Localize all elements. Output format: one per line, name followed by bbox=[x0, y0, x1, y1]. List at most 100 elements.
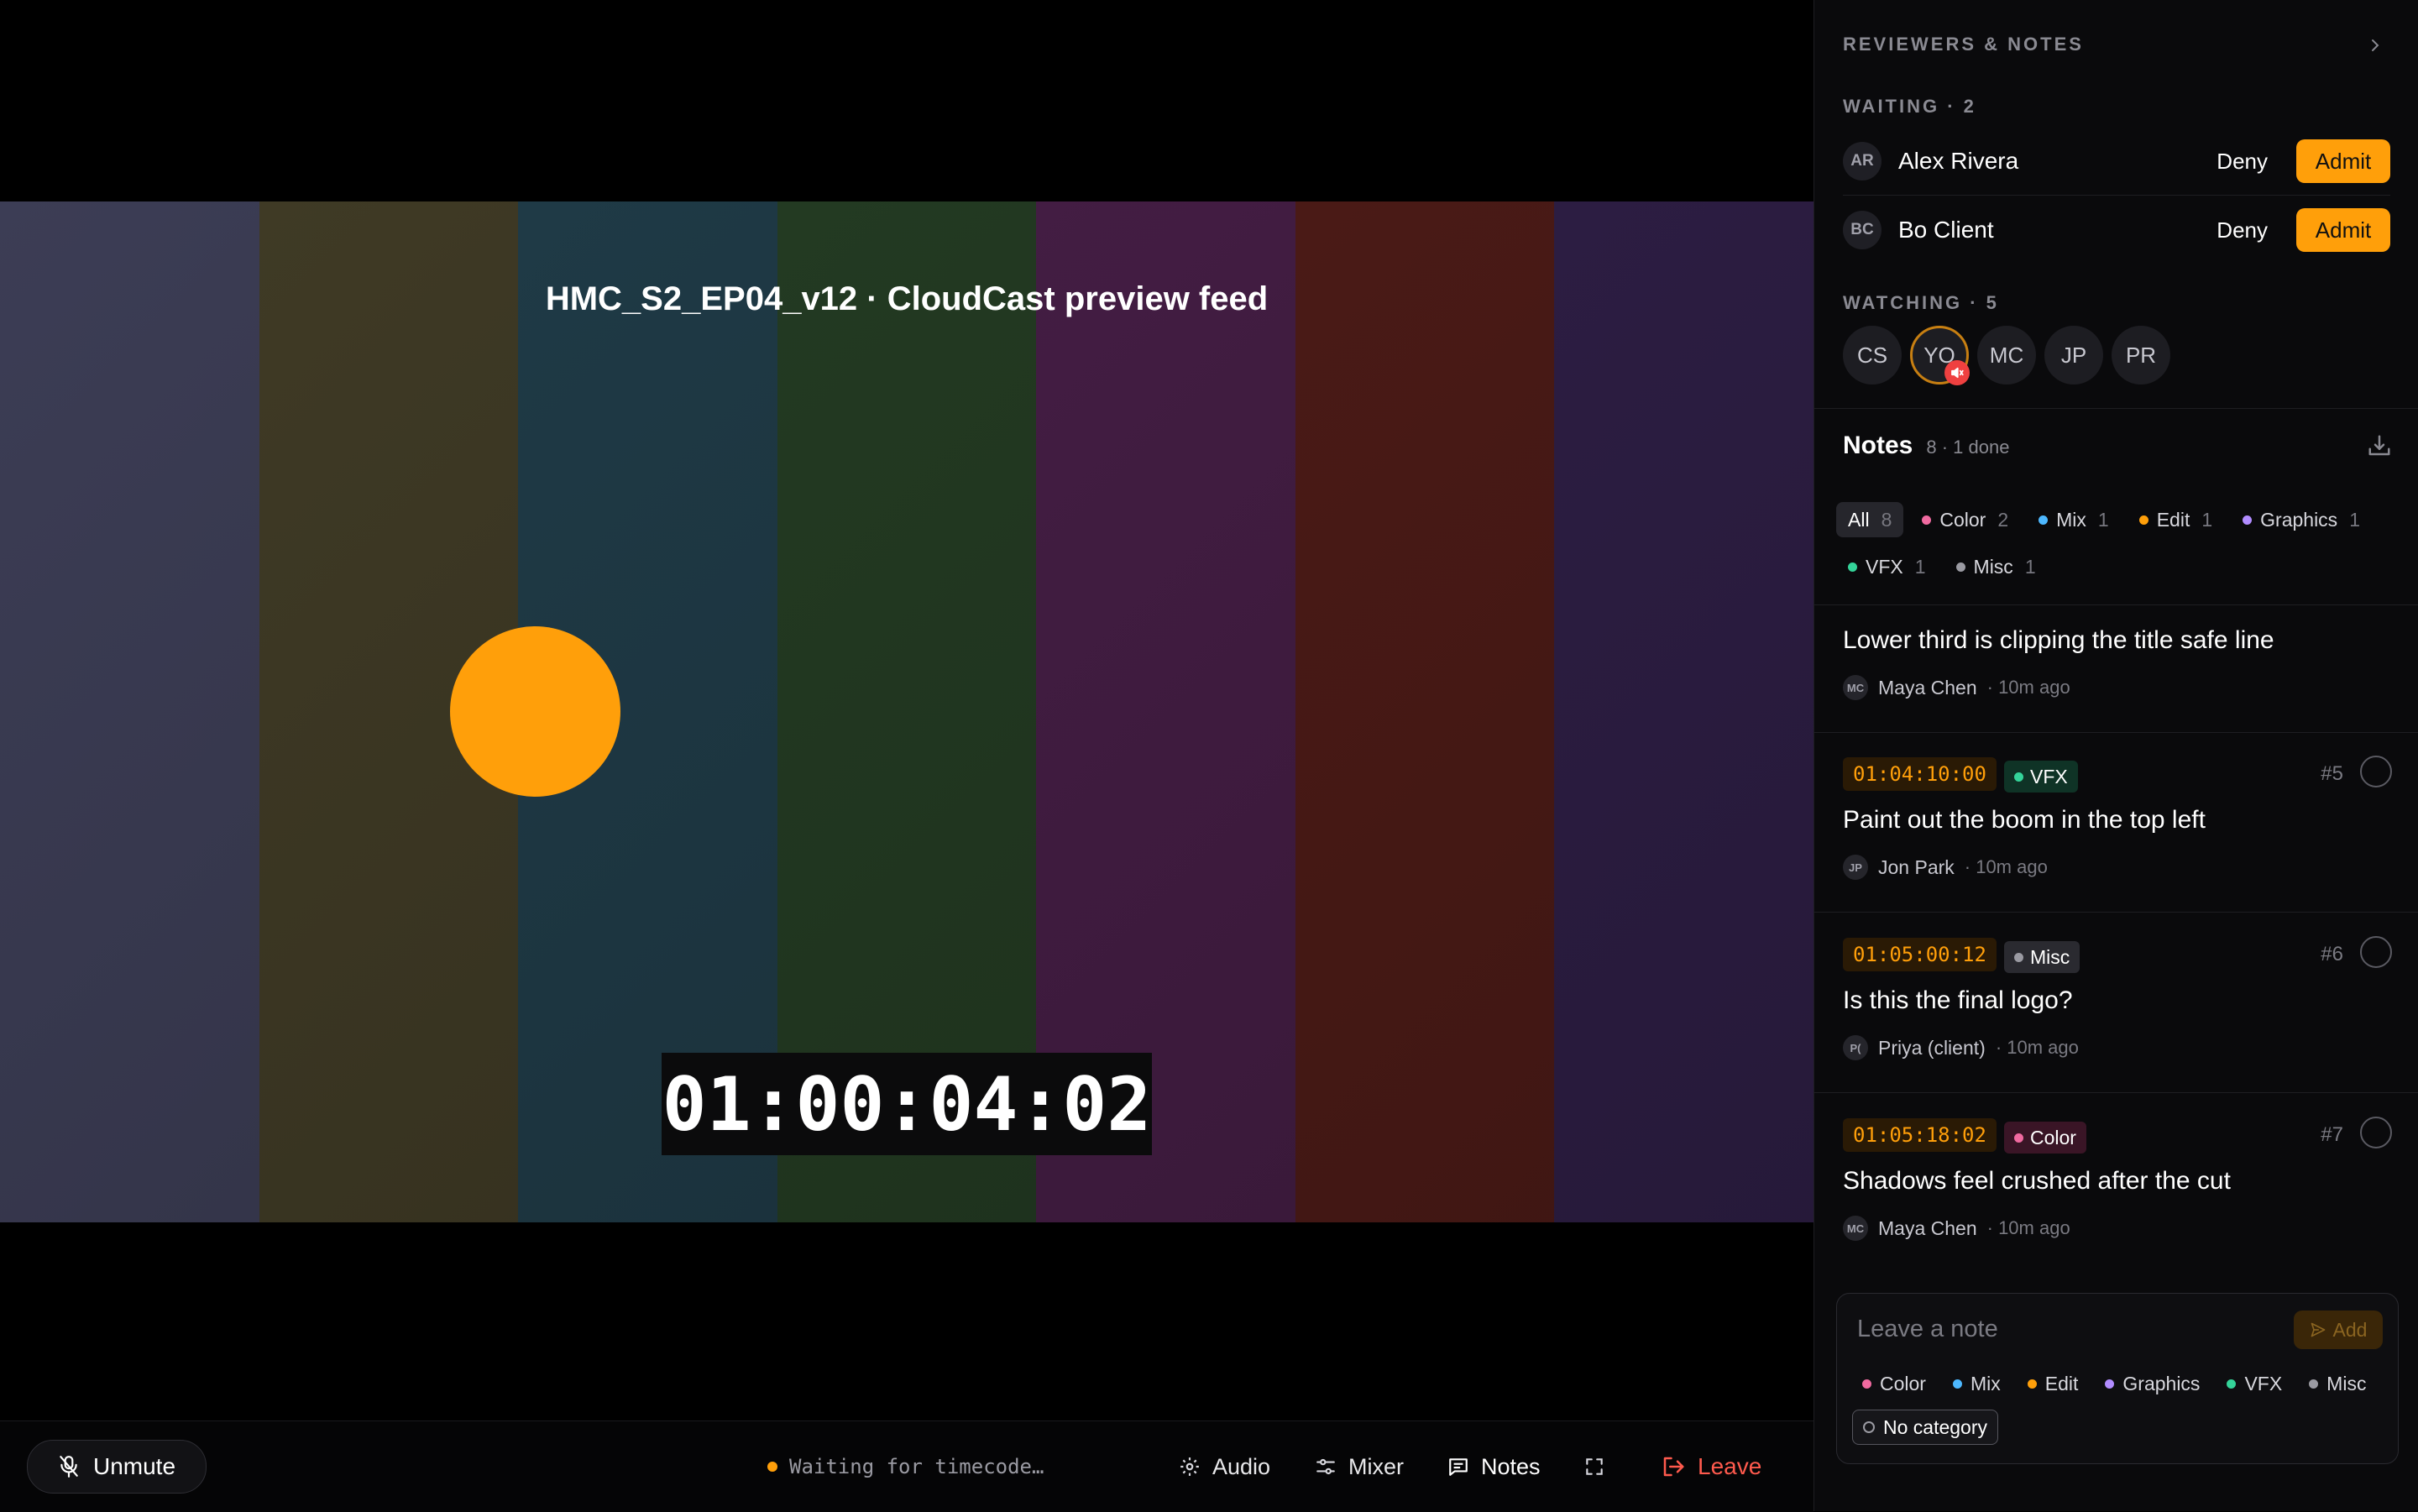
watcher-avatar[interactable]: PR bbox=[2112, 326, 2170, 385]
speaker-muted-icon bbox=[1944, 360, 1970, 385]
category-picker: Color Mix Edit Graphics VFX Misc No cate… bbox=[1852, 1366, 2389, 1445]
note-number: #7 bbox=[2321, 1123, 2343, 1146]
note-timecode[interactable]: 01:05:00:12 bbox=[1843, 938, 1997, 971]
gear-icon bbox=[1180, 1457, 1199, 1476]
leave-label: Leave bbox=[1698, 1453, 1762, 1479]
note-text: Shadows feel crushed after the cut bbox=[1843, 1167, 2231, 1195]
avatar: JP bbox=[1843, 855, 1868, 880]
watcher-avatar[interactable]: CS bbox=[1843, 326, 1902, 385]
note-item[interactable]: 01:05:00:12 Misc #6 Is this the final lo… bbox=[1814, 913, 2418, 1093]
filter-graphics[interactable]: Graphics 1 bbox=[2231, 502, 2372, 537]
filter-count: 1 bbox=[2024, 555, 2036, 578]
filter-all[interactable]: All 8 bbox=[1836, 502, 1904, 537]
note-text: Is this the final logo? bbox=[1843, 986, 2073, 1014]
note-done-checkbox[interactable] bbox=[2360, 1117, 2392, 1148]
watcher-avatar[interactable]: MC bbox=[1977, 326, 2036, 385]
note-author: JP Jon Park · 10m ago bbox=[1843, 855, 2048, 880]
note-input[interactable] bbox=[1855, 1307, 2262, 1351]
moving-dot bbox=[450, 626, 620, 797]
category-dot-icon bbox=[1955, 562, 1965, 572]
avatar: P( bbox=[1843, 1035, 1868, 1060]
author-name: Jon Park bbox=[1878, 855, 1955, 878]
fullscreen-button[interactable] bbox=[1583, 1421, 1605, 1512]
pick-label: Mix bbox=[1970, 1372, 2001, 1394]
leave-button[interactable]: Leave bbox=[1661, 1421, 1761, 1512]
note-timecode[interactable]: 01:04:10:00 bbox=[1843, 757, 1997, 791]
filter-count: 1 bbox=[2097, 508, 2109, 531]
unmute-button[interactable]: Unmute bbox=[27, 1440, 207, 1494]
admit-button[interactable]: Admit bbox=[2296, 208, 2390, 252]
pick-no-category[interactable]: No category bbox=[1852, 1410, 1999, 1445]
status-dot-icon bbox=[767, 1462, 777, 1472]
filter-color[interactable]: Color 2 bbox=[1910, 502, 2020, 537]
category-dot-icon bbox=[1848, 562, 1857, 572]
add-note-button[interactable]: Add bbox=[2294, 1311, 2383, 1349]
admit-button[interactable]: Admit bbox=[2296, 139, 2390, 183]
note-item[interactable]: Lower third is clipping the title safe l… bbox=[1814, 606, 2418, 733]
filter-count: 1 bbox=[2201, 508, 2213, 531]
timecode-status-text: Waiting for timecode… bbox=[789, 1455, 1044, 1478]
pick-mix[interactable]: Mix bbox=[1943, 1366, 2011, 1401]
pick-vfx[interactable]: VFX bbox=[2216, 1366, 2292, 1401]
notes-label: Notes bbox=[1481, 1453, 1541, 1479]
color-bar bbox=[0, 201, 259, 1222]
notes-button[interactable]: Notes bbox=[1447, 1421, 1541, 1512]
video-viewer: HMC_S2_EP04_v12 · CloudCast preview feed… bbox=[0, 0, 1814, 1420]
chevron-right-icon[interactable] bbox=[2367, 37, 2384, 54]
deny-button[interactable]: Deny bbox=[2216, 149, 2268, 175]
category-label: Color bbox=[2030, 1126, 2076, 1148]
note-item[interactable]: 01:04:10:00 VFX #5 Paint out the boom in… bbox=[1814, 732, 2418, 913]
pick-label: Edit bbox=[2044, 1372, 2079, 1394]
category-dot-icon bbox=[2039, 515, 2049, 525]
download-icon[interactable] bbox=[2367, 433, 2392, 458]
pick-label: Color bbox=[1880, 1372, 1926, 1394]
waiting-name: Bo Client bbox=[1898, 217, 1994, 243]
watcher-avatar[interactable]: YO bbox=[1910, 326, 1970, 385]
mixer-button[interactable]: Mixer bbox=[1315, 1421, 1404, 1512]
filter-count: 1 bbox=[2349, 508, 2360, 531]
divider bbox=[1814, 604, 2418, 605]
filter-count: 8 bbox=[1881, 508, 1892, 531]
control-bar: Unmute Waiting for timecode… Audio Mixer… bbox=[0, 1420, 1814, 1512]
pick-misc[interactable]: Misc bbox=[2299, 1366, 2376, 1401]
panel-title: REVIEWERS & NOTES bbox=[1843, 34, 2084, 55]
unmute-label: Unmute bbox=[92, 1453, 176, 1479]
author-name: Maya Chen bbox=[1878, 1216, 1977, 1239]
mic-off-icon bbox=[60, 1456, 78, 1478]
divider bbox=[1814, 408, 2418, 409]
note-text: Lower third is clipping the title safe l… bbox=[1843, 626, 2274, 654]
pick-edit[interactable]: Edit bbox=[2018, 1366, 2089, 1401]
pick-graphics[interactable]: Graphics bbox=[2095, 1366, 2210, 1401]
deny-button[interactable]: Deny bbox=[2216, 217, 2268, 243]
filter-edit[interactable]: Edit 1 bbox=[2128, 502, 2224, 537]
filter-vfx[interactable]: VFX 1 bbox=[1836, 549, 1938, 584]
audio-button[interactable]: Audio bbox=[1179, 1421, 1270, 1512]
waiting-label: WAITING · 2 bbox=[1843, 96, 1976, 117]
sliders-icon bbox=[1316, 1458, 1335, 1475]
category-dot-icon bbox=[2027, 1379, 2037, 1389]
category-dot-icon bbox=[2014, 1133, 2023, 1143]
pick-color[interactable]: Color bbox=[1852, 1366, 1936, 1401]
filter-mix[interactable]: Mix 1 bbox=[2027, 502, 2121, 537]
note-timecode[interactable]: 01:05:18:02 bbox=[1843, 1118, 1997, 1152]
note-time: · 10m ago bbox=[1986, 1217, 2070, 1238]
waiting-row: BC Bo Client Deny Admit bbox=[1843, 196, 2390, 264]
note-author: MC Maya Chen · 10m ago bbox=[1843, 1216, 2070, 1241]
waiting-row: AR Alex Rivera Deny Admit bbox=[1843, 128, 2390, 195]
note-item[interactable]: 01:05:18:02 Color #7 Shadows feel crushe… bbox=[1814, 1093, 2418, 1269]
audio-label: Audio bbox=[1212, 1453, 1271, 1479]
notes-list: Lower third is clipping the title safe l… bbox=[1814, 606, 2418, 1269]
note-done-checkbox[interactable] bbox=[2360, 936, 2392, 968]
filter-misc[interactable]: Misc 1 bbox=[1944, 549, 2048, 584]
note-done-checkbox[interactable] bbox=[2360, 756, 2392, 787]
category-dot-icon bbox=[1952, 1379, 1962, 1389]
avatar: MC bbox=[1843, 1216, 1868, 1241]
category-label: VFX bbox=[2030, 765, 2068, 787]
watcher-avatar[interactable]: JP bbox=[2044, 326, 2103, 385]
fullscreen-icon bbox=[1586, 1458, 1603, 1475]
filter-label: Edit bbox=[2156, 508, 2190, 531]
note-time: · 10m ago bbox=[1986, 677, 2070, 698]
filter-label: All bbox=[1848, 508, 1870, 531]
note-time: · 10m ago bbox=[1995, 1037, 2079, 1058]
note-time: · 10m ago bbox=[1964, 856, 2048, 877]
